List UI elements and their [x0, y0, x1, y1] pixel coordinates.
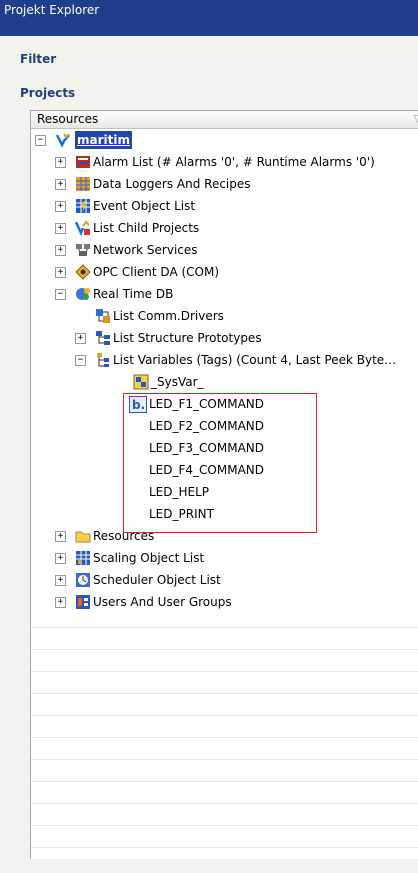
- window-title: Projekt Explorer: [4, 3, 100, 17]
- row-gridline: [31, 715, 418, 716]
- row-gridline: [31, 693, 418, 694]
- expand-icon[interactable]: +: [55, 597, 66, 608]
- users-icon: [75, 594, 91, 610]
- row-gridline: [31, 825, 418, 826]
- tree-item-label: Data Loggers And Recipes: [93, 177, 251, 191]
- tree-item-label: _SysVar_: [151, 375, 204, 389]
- tree-item-label: List Variables (Tags) (Count 4, Last Pee…: [113, 353, 397, 367]
- expand-icon[interactable]: +: [55, 553, 66, 564]
- event-list-icon: [75, 198, 91, 214]
- scaling-icon: [75, 550, 91, 566]
- row-gridline: [31, 759, 418, 760]
- expand-icon[interactable]: +: [55, 157, 66, 168]
- highlight-box: [123, 393, 317, 533]
- folder-icon: [75, 528, 91, 544]
- structure-icon: [95, 330, 111, 346]
- tree-item-label: Resources: [93, 529, 155, 543]
- window-title-bar: Projekt Explorer: [0, 0, 418, 36]
- tree-item-label: Alarm List (# Alarms '0', # Runtime Alar…: [93, 155, 375, 169]
- tree-item-label: List Comm.Drivers: [113, 309, 224, 323]
- row-gridline: [31, 781, 418, 782]
- filter-section-header[interactable]: Filter: [20, 52, 56, 66]
- projects-section-header[interactable]: Projects: [20, 86, 75, 100]
- row-gridline: [31, 737, 418, 738]
- expand-icon[interactable]: +: [55, 575, 66, 586]
- row-gridline: [31, 803, 418, 804]
- expand-icon[interactable]: +: [55, 201, 66, 212]
- tree-item-label: Scaling Object List: [93, 551, 205, 565]
- collapse-icon[interactable]: −: [35, 135, 46, 146]
- expand-icon[interactable]: +: [55, 531, 66, 542]
- row-gridline: [31, 671, 418, 672]
- realtime-db-icon: [75, 286, 91, 302]
- expand-icon[interactable]: +: [55, 267, 66, 278]
- sort-icon: ▽: [414, 111, 418, 128]
- row-gridline: [31, 649, 418, 650]
- expand-icon[interactable]: +: [55, 223, 66, 234]
- tree-item-label: Network Services: [93, 243, 198, 257]
- variables-icon: [95, 352, 111, 368]
- tree-item-label: List Child Projects: [93, 221, 200, 235]
- network-icon: [75, 242, 91, 258]
- expand-icon[interactable]: +: [75, 333, 86, 344]
- expand-icon[interactable]: +: [55, 245, 66, 256]
- tree-item-label: Event Object List: [93, 199, 196, 213]
- collapse-icon[interactable]: −: [55, 289, 66, 300]
- project-icon: [55, 132, 71, 148]
- tree-item-label: Users And User Groups: [93, 595, 232, 609]
- row-gridline: [31, 627, 418, 628]
- tree-root-label: maritim: [75, 131, 132, 149]
- sysvar-icon: [133, 374, 149, 390]
- tree-item-label: Real Time DB: [93, 287, 174, 301]
- row-gridline: [31, 847, 418, 848]
- alarm-list-icon: [75, 154, 91, 170]
- comm-drivers-icon: [95, 308, 111, 324]
- tree-item-label: List Structure Prototypes: [113, 331, 262, 345]
- tree-item-label: Scheduler Object List: [93, 573, 221, 587]
- data-loggers-icon: [75, 176, 91, 192]
- column-header-label: Resources: [37, 112, 99, 126]
- opc-icon: [75, 264, 91, 280]
- resources-column-header[interactable]: Resources ▽: [31, 111, 418, 129]
- project-tree[interactable]: Resources ▽ − maritim + Alarm List (# Al…: [30, 110, 418, 859]
- child-projects-icon: [74, 220, 91, 237]
- expand-icon[interactable]: +: [55, 179, 66, 190]
- collapse-icon[interactable]: −: [75, 355, 86, 366]
- scheduler-icon: [75, 572, 91, 588]
- tree-item-label: OPC Client DA (COM): [93, 265, 220, 279]
